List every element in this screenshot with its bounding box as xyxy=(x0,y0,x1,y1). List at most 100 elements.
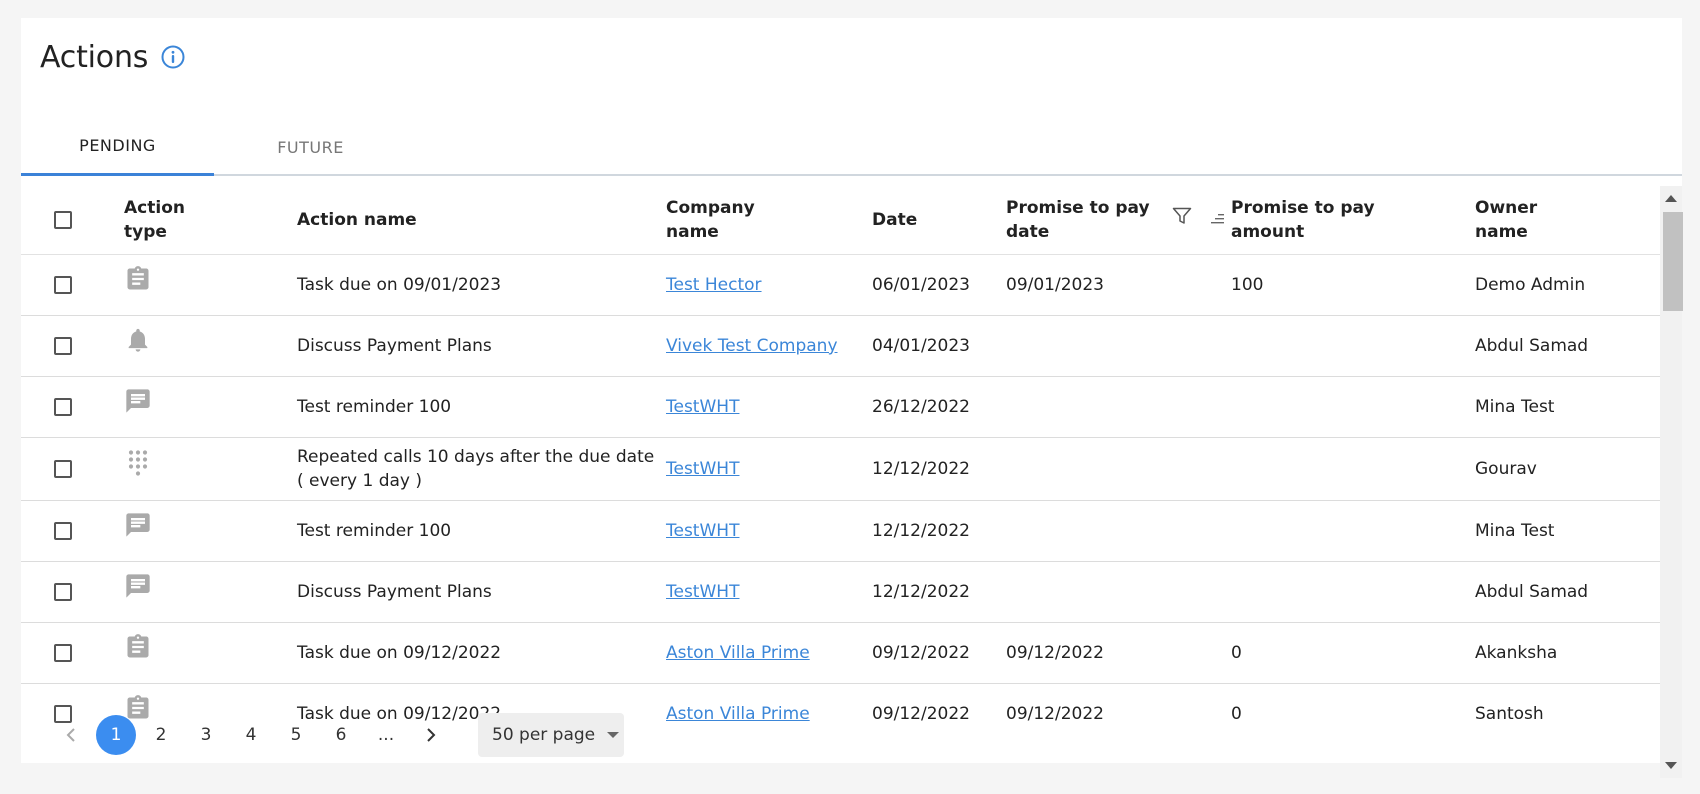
actions-table: Action type Action name Company name Date … xyxy=(21,186,1661,728)
owner-name: Abdul Samad xyxy=(1475,315,1661,377)
action-name: Repeated calls 10 days after the due dat… xyxy=(297,437,666,501)
row-checkbox[interactable] xyxy=(54,336,72,355)
per-page-value: 50 per page xyxy=(492,725,596,745)
promise-date: 09/01/2023 xyxy=(1006,254,1231,316)
tab-future[interactable]: FUTURE xyxy=(214,118,407,176)
select-all-cell xyxy=(21,186,124,255)
action-date: 12/12/2022 xyxy=(872,437,1006,501)
owner-name: Gourav xyxy=(1475,437,1661,501)
next-page-icon[interactable] xyxy=(411,715,451,755)
clipboard-icon xyxy=(124,633,152,661)
table-row[interactable]: Discuss Payment Plans Vivek Test Company… xyxy=(21,315,1661,377)
promise-amount xyxy=(1231,315,1475,377)
header-action-type[interactable]: Action type xyxy=(124,186,297,255)
row-checkbox[interactable] xyxy=(54,643,72,662)
action-name: Discuss Payment Plans xyxy=(297,315,666,377)
header-action-name[interactable]: Action name xyxy=(297,186,666,255)
action-date: 09/12/2022 xyxy=(872,683,1006,728)
action-date: 12/12/2022 xyxy=(872,561,1006,623)
promise-date xyxy=(1006,500,1231,562)
promise-date xyxy=(1006,376,1231,438)
row-checkbox[interactable] xyxy=(54,459,72,478)
row-checkbox[interactable] xyxy=(54,397,72,416)
company-link[interactable]: TestWHT xyxy=(666,397,739,417)
promise-date xyxy=(1006,315,1231,377)
promise-amount xyxy=(1231,376,1475,438)
page-button-3[interactable]: 3 xyxy=(186,715,226,755)
action-name: Task due on 09/12/2022 xyxy=(297,622,666,684)
header-promise-amount[interactable]: Promise to pay amount xyxy=(1231,186,1475,255)
action-date: 06/01/2023 xyxy=(872,254,1006,316)
promise-date xyxy=(1006,561,1231,623)
page-header: Actions xyxy=(40,38,186,76)
page-title: Actions xyxy=(40,39,149,75)
row-checkbox[interactable] xyxy=(54,521,72,540)
owner-name: Mina Test xyxy=(1475,500,1661,562)
owner-name: Mina Test xyxy=(1475,376,1661,438)
owner-name: Demo Admin xyxy=(1475,254,1661,316)
filter-icon[interactable] xyxy=(1172,207,1192,232)
promise-amount: 0 xyxy=(1231,622,1475,684)
header-promise-date[interactable]: Promise to pay date xyxy=(1006,186,1231,255)
header-promise-date-controls xyxy=(1172,207,1226,232)
pagination: 1 2 3 4 5 6 ... 50 per page xyxy=(51,712,624,758)
action-date: 12/12/2022 xyxy=(872,500,1006,562)
prev-page-icon[interactable] xyxy=(51,715,91,755)
owner-name: Santosh xyxy=(1475,683,1661,728)
message-icon xyxy=(124,511,152,539)
page-button-4[interactable]: 4 xyxy=(231,715,271,755)
tab-bar: PENDING FUTURE xyxy=(21,118,1682,176)
clipboard-icon xyxy=(124,265,152,293)
promise-amount xyxy=(1231,561,1475,623)
actions-card: Actions PENDING FUTURE Action type Action… xyxy=(21,18,1683,778)
scroll-up-arrow-icon[interactable] xyxy=(1665,195,1677,202)
table-row[interactable]: Test reminder 100 TestWHT 26/12/2022 Min… xyxy=(21,376,1661,438)
info-icon[interactable] xyxy=(160,44,186,70)
promise-amount xyxy=(1231,437,1475,501)
company-link[interactable]: Aston Villa Prime xyxy=(666,643,810,663)
company-link[interactable]: TestWHT xyxy=(666,521,739,541)
page-button-2[interactable]: 2 xyxy=(141,715,181,755)
company-link[interactable]: Test Hector xyxy=(666,275,762,295)
action-name: Discuss Payment Plans xyxy=(297,561,666,623)
header-date[interactable]: Date xyxy=(872,186,1006,255)
promise-date: 09/12/2022 xyxy=(1006,683,1231,728)
company-link[interactable]: TestWHT xyxy=(666,582,739,602)
scroll-down-arrow-icon[interactable] xyxy=(1665,762,1677,769)
table-row[interactable]: Task due on 09/01/2023 Test Hector 06/01… xyxy=(21,254,1661,316)
promise-date xyxy=(1006,437,1231,501)
action-name: Test reminder 100 xyxy=(297,376,666,438)
message-icon xyxy=(124,387,152,415)
select-all-checkbox[interactable] xyxy=(54,210,72,229)
company-link[interactable]: Vivek Test Company xyxy=(666,336,838,356)
promise-amount: 0 xyxy=(1231,683,1475,728)
header-company-name[interactable]: Company name xyxy=(666,186,872,255)
sort-icon[interactable] xyxy=(1210,208,1226,232)
tab-pending[interactable]: PENDING xyxy=(21,118,214,176)
row-checkbox[interactable] xyxy=(54,582,72,601)
page-button-6[interactable]: 6 xyxy=(321,715,361,755)
promise-date: 09/12/2022 xyxy=(1006,622,1231,684)
page-button-1[interactable]: 1 xyxy=(96,715,136,755)
table-row[interactable]: Discuss Payment Plans TestWHT 12/12/2022… xyxy=(21,561,1661,623)
owner-name: Abdul Samad xyxy=(1475,561,1661,623)
table-row[interactable]: Task due on 09/12/2022 Aston Villa Prime… xyxy=(21,622,1661,684)
scroll-thumb[interactable] xyxy=(1663,212,1683,311)
table-scrollbar[interactable] xyxy=(1660,186,1683,778)
table-header-row: Action type Action name Company name Date … xyxy=(21,186,1661,255)
company-link[interactable]: TestWHT xyxy=(666,459,739,479)
chevron-down-icon xyxy=(607,732,620,738)
owner-name: Akanksha xyxy=(1475,622,1661,684)
page-ellipsis[interactable]: ... xyxy=(366,715,406,755)
table-row[interactable]: Repeated calls 10 days after the due dat… xyxy=(21,437,1661,501)
action-name: Test reminder 100 xyxy=(297,500,666,562)
company-link[interactable]: Aston Villa Prime xyxy=(666,704,810,724)
table-row[interactable]: Test reminder 100 TestWHT 12/12/2022 Min… xyxy=(21,500,1661,562)
page-button-5[interactable]: 5 xyxy=(276,715,316,755)
promise-amount: 100 xyxy=(1231,254,1475,316)
per-page-select[interactable]: 50 per page xyxy=(478,713,624,757)
dialpad-icon xyxy=(124,449,152,477)
action-date: 26/12/2022 xyxy=(872,376,1006,438)
header-owner-name[interactable]: Owner name xyxy=(1475,186,1661,255)
row-checkbox[interactable] xyxy=(54,275,72,294)
